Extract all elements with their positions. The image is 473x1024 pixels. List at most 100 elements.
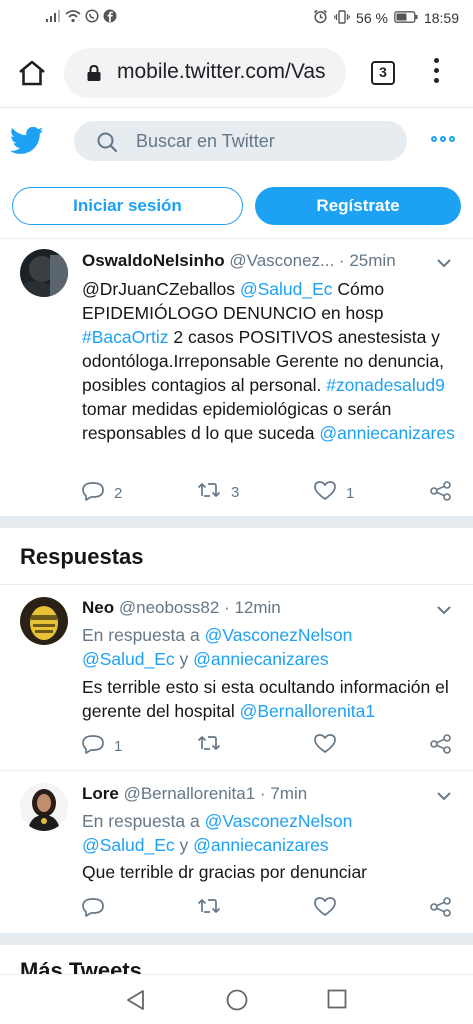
chevron-down-icon[interactable]: [436, 255, 452, 273]
tweet-header: OswaldoNelsinho @Vasconez... · 25min: [82, 251, 396, 271]
tweet-header: Neo @neoboss82 · 12min: [82, 598, 281, 618]
avatar[interactable]: [20, 783, 68, 831]
mention-vasconeznelson[interactable]: @VasconezNelson: [205, 811, 353, 831]
retweet-icon: [197, 734, 221, 756]
hashtag-zonadesalud9[interactable]: #zonadesalud9: [326, 375, 445, 395]
home-circle-icon[interactable]: [225, 988, 249, 1017]
status-bar: 56 % 18:59: [0, 0, 473, 36]
author-name[interactable]: Neo: [82, 598, 114, 617]
reply-context: En respuesta a @VasconezNelson @Salud_Ec …: [82, 809, 462, 857]
mention-salud-ec[interactable]: @Salud_Ec: [240, 279, 333, 299]
reply-and: y: [174, 649, 194, 669]
login-button[interactable]: Iniciar sesión: [12, 187, 243, 225]
section-divider: [0, 933, 473, 945]
home-icon[interactable]: [17, 58, 47, 88]
mention-anniecanizares[interactable]: @anniecanizares: [193, 649, 328, 669]
reply-tweet[interactable]: Lore @Bernallorenita1 · 7min En respuest…: [0, 771, 473, 931]
responses-heading: Respuestas: [20, 544, 144, 569]
facebook-icon: [103, 9, 117, 26]
author-name[interactable]: Lore: [82, 784, 119, 803]
share-button[interactable]: [430, 734, 452, 758]
retweet-button[interactable]: [197, 897, 221, 919]
lock-icon: [86, 64, 102, 87]
recent-apps-icon[interactable]: [327, 989, 347, 1014]
more-tweets-heading: Más Tweets: [20, 958, 142, 974]
system-navigation-bar: [0, 974, 473, 1024]
tweet-text: Es terrible esto si esta ocultando infor…: [82, 675, 462, 723]
whatsapp-icon: [85, 9, 99, 26]
chevron-down-icon[interactable]: [436, 602, 452, 620]
mention-anniecanizares[interactable]: @anniecanizares: [319, 423, 454, 443]
mention-anniecanizares[interactable]: @anniecanizares: [193, 835, 328, 855]
avatar[interactable]: [20, 597, 68, 645]
more-options-icon[interactable]: [431, 136, 455, 142]
reply-prefix: En respuesta a: [82, 811, 205, 831]
search-input[interactable]: Buscar en Twitter: [74, 121, 407, 161]
reply-button[interactable]: [82, 897, 104, 921]
tweet-time[interactable]: 7min: [270, 784, 307, 803]
like-count: 1: [346, 484, 355, 502]
author-handle[interactable]: @neoboss82: [119, 598, 219, 617]
browser-toolbar: mobile.twitter.com/Vas 3: [0, 36, 473, 108]
tab-switcher-button[interactable]: 3: [371, 61, 395, 85]
author-name[interactable]: OswaldoNelsinho: [82, 251, 225, 270]
share-icon: [430, 897, 452, 921]
heart-icon: [314, 897, 336, 921]
separator-dot: ·: [224, 598, 230, 617]
mention-salud-ec[interactable]: @Salud_Ec: [82, 835, 175, 855]
tweet-time[interactable]: 25min: [349, 251, 395, 270]
reply-count: 2: [114, 484, 123, 502]
author-handle[interactable]: @Vasconez...: [229, 251, 334, 270]
tweet-actions: 1: [82, 734, 462, 758]
vibrate-icon: [334, 9, 350, 27]
share-button[interactable]: [430, 481, 452, 505]
tweet-text: Que terrible dr gracias por denunciar: [82, 860, 462, 884]
reply-prefix: En respuesta a: [82, 625, 205, 645]
search-icon: [96, 131, 118, 158]
mention-vasconeznelson[interactable]: @VasconezNelson: [205, 625, 353, 645]
retweet-count: 3: [231, 483, 240, 501]
separator-dot: ·: [338, 251, 345, 270]
mention-drjuanczeballos[interactable]: @DrJuanCZeballos: [82, 279, 235, 299]
signup-button[interactable]: Regístrate: [255, 187, 461, 225]
hashtag-bacaortiz[interactable]: #BacaOrtiz: [82, 327, 169, 347]
reply-count: 1: [114, 737, 123, 755]
heart-icon: [314, 734, 336, 758]
like-button[interactable]: [314, 897, 336, 921]
mention-salud-ec[interactable]: @Salud_Ec: [82, 649, 175, 669]
signal-icon: [45, 9, 61, 26]
heart-icon: [314, 481, 336, 505]
status-left-icons: [45, 9, 117, 26]
avatar[interactable]: [20, 249, 68, 297]
tweet-actions: 2 3 1: [82, 481, 462, 505]
retweet-button[interactable]: 3: [197, 481, 239, 503]
share-icon: [430, 481, 452, 505]
twitter-logo-icon[interactable]: [9, 126, 44, 161]
main-tweet[interactable]: OswaldoNelsinho @Vasconez... · 25min @Dr…: [0, 239, 473, 514]
share-icon: [430, 734, 452, 758]
reply-tweet[interactable]: Neo @neoboss82 · 12min En respuesta a @V…: [0, 585, 473, 769]
search-placeholder: Buscar en Twitter: [136, 131, 275, 151]
share-button[interactable]: [430, 897, 452, 921]
url-bar[interactable]: mobile.twitter.com/Vas: [64, 48, 346, 98]
reply-text: Que terrible dr gracias por denunciar: [82, 862, 368, 882]
wifi-icon: [65, 9, 81, 26]
retweet-button[interactable]: [197, 734, 221, 756]
reply-button[interactable]: 2: [82, 481, 122, 505]
tweet-text: @DrJuanCZeballos @Salud_Ec Cómo EPIDEMIÓ…: [82, 277, 462, 445]
browser-menu-icon[interactable]: [430, 58, 442, 88]
tweet-actions: [82, 897, 462, 921]
like-button[interactable]: [314, 734, 336, 758]
back-icon[interactable]: [125, 988, 147, 1017]
reply-icon: [82, 481, 104, 505]
tweet-time[interactable]: 12min: [234, 598, 280, 617]
retweet-icon: [197, 897, 221, 919]
reply-button[interactable]: 1: [82, 734, 122, 758]
like-button[interactable]: 1: [314, 481, 354, 505]
section-divider: [0, 516, 473, 528]
author-handle[interactable]: @Bernallorenita1: [124, 784, 256, 803]
mention-bernallorenita1[interactable]: @Bernallorenita1: [240, 701, 375, 721]
chevron-down-icon[interactable]: [436, 788, 452, 806]
battery-icon: [394, 10, 418, 26]
alarm-icon: [313, 9, 328, 27]
